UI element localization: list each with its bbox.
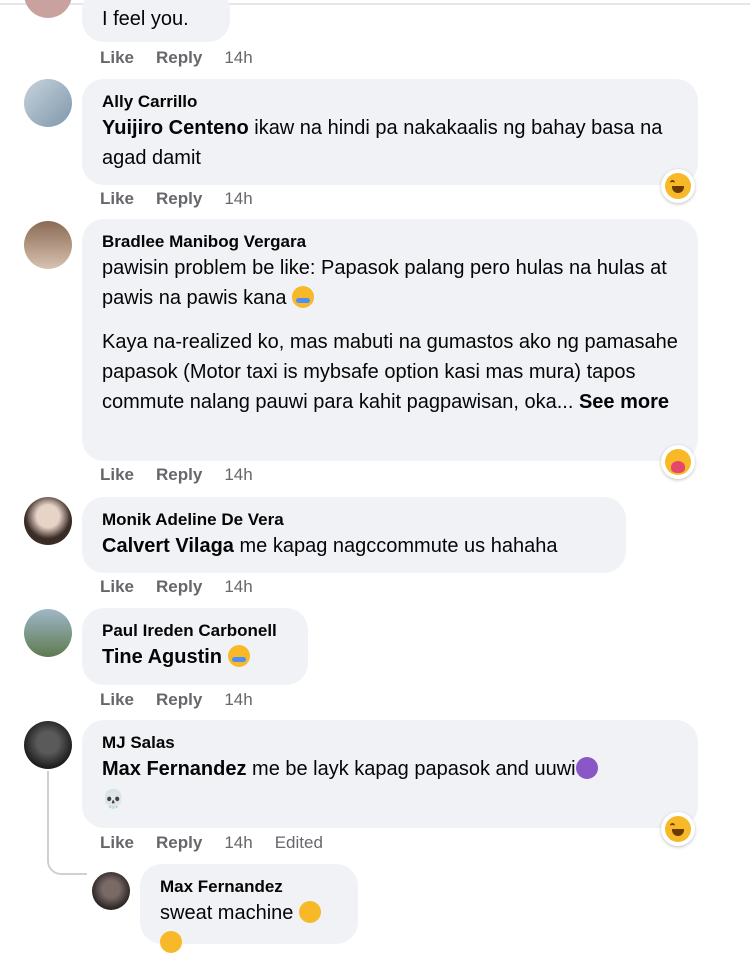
comment-actions: Like Reply 14h xyxy=(100,47,275,69)
edited-label: Edited xyxy=(274,833,323,852)
comment-body: me kapag nagccommute us hahaha xyxy=(233,535,558,557)
laughing-emoji-icon xyxy=(160,931,182,953)
reply-bubble: Max Fernandez sweat machine xyxy=(140,864,358,953)
haha-reaction[interactable] xyxy=(661,812,695,846)
avatar[interactable] xyxy=(24,221,72,269)
comment-actions: Like Reply 14h xyxy=(100,576,275,598)
comment-author[interactable]: Max Fernandez xyxy=(160,876,338,898)
care-icon xyxy=(665,449,691,475)
sweat-emoji-icon xyxy=(292,286,315,308)
comment-text: Yuijiro Centeno ikaw na hindi pa nakakaa… xyxy=(102,113,678,173)
see-more-link[interactable]: See more xyxy=(579,391,669,413)
reply-button[interactable]: Reply xyxy=(156,48,202,67)
reply-button[interactable]: Reply xyxy=(156,833,202,852)
skull-icon: 💀 xyxy=(102,789,125,809)
timestamp[interactable]: 14h xyxy=(224,690,252,709)
avatar[interactable] xyxy=(24,721,72,769)
mention-link[interactable]: Tine Agustin xyxy=(102,646,222,668)
like-button[interactable]: Like xyxy=(100,833,134,852)
haha-reaction[interactable] xyxy=(661,169,695,203)
comment-author[interactable]: Monik Adeline De Vera xyxy=(102,509,606,531)
haha-icon xyxy=(665,816,691,842)
mention-link[interactable]: Yuijiro Centeno xyxy=(102,117,249,139)
comment-author[interactable]: Paul Ireden Carbonell xyxy=(102,620,288,642)
avatar[interactable] xyxy=(24,0,72,18)
comment-bubble: Monik Adeline De Vera Calvert Vilaga me … xyxy=(82,497,626,573)
comment-actions: Like Reply 14h Edited xyxy=(100,832,345,854)
avatar[interactable] xyxy=(24,79,72,127)
comment-paragraph: pawisin problem be like: Papasok palang … xyxy=(102,257,667,309)
timestamp[interactable]: 14h xyxy=(224,833,252,852)
care-reaction[interactable] xyxy=(661,445,695,479)
timestamp[interactable]: 14h xyxy=(224,189,252,208)
reply-button[interactable]: Reply xyxy=(156,465,202,484)
timestamp[interactable]: 14h xyxy=(224,465,252,484)
mention-link[interactable]: Calvert Vilaga xyxy=(102,535,234,557)
avatar[interactable] xyxy=(24,609,72,657)
comment-text: Max Fernandez me be layk kapag papasok a… xyxy=(102,754,678,784)
like-button[interactable]: Like xyxy=(100,577,134,596)
comment-actions: Like Reply 14h xyxy=(100,464,275,486)
comment-bubble: Bradlee Manibog Vergara pawisin problem … xyxy=(82,219,698,461)
like-button[interactable]: Like xyxy=(100,465,134,484)
reply-button[interactable]: Reply xyxy=(156,189,202,208)
mention-link[interactable]: Max Fernandez xyxy=(102,758,246,780)
like-button[interactable]: Like xyxy=(100,690,134,709)
reply-button[interactable]: Reply xyxy=(156,577,202,596)
comment-actions: Like Reply 14h xyxy=(100,689,275,711)
comment-bubble: MJ Salas Max Fernandez me be layk kapag … xyxy=(82,720,698,828)
comment-author[interactable]: Ally Carrillo xyxy=(102,91,678,113)
comment-text: Calvert Vilaga me kapag nagccommute us h… xyxy=(102,531,606,561)
comment-bubble: Ally Carrillo Yuijiro Centeno ikaw na hi… xyxy=(82,79,698,185)
comment-actions: Like Reply 14h xyxy=(100,188,275,210)
exploding-head-icon xyxy=(575,757,598,779)
comment-text: Kaya na-realized ko, mas mabuti na gumas… xyxy=(102,327,678,417)
comment-text: Tine Agustin xyxy=(102,642,288,672)
comment-body: sweat machine xyxy=(160,902,294,924)
comment-bubble: I feel you. xyxy=(82,0,230,42)
comment-text: pawisin problem be like: Papasok palang … xyxy=(102,253,678,313)
comment-text: 💀 xyxy=(102,784,678,814)
timestamp[interactable]: 14h xyxy=(224,577,252,596)
comment-author[interactable]: MJ Salas xyxy=(102,732,678,754)
crying-emoji-icon xyxy=(227,645,250,667)
comment-body: me be layk kapag papasok and uuwi xyxy=(246,758,576,780)
avatar[interactable] xyxy=(24,497,72,545)
comment-text: sweat machine xyxy=(160,898,338,958)
like-button[interactable]: Like xyxy=(100,189,134,208)
timestamp[interactable]: 14h xyxy=(224,48,252,67)
reply-button[interactable]: Reply xyxy=(156,690,202,709)
sweat-emoji-icon xyxy=(298,901,321,923)
reply-thread-line xyxy=(47,771,87,875)
like-button[interactable]: Like xyxy=(100,48,134,67)
comment-bubble: Paul Ireden Carbonell Tine Agustin xyxy=(82,608,308,685)
haha-icon xyxy=(665,173,691,199)
comment-author[interactable]: Bradlee Manibog Vergara xyxy=(102,231,678,253)
avatar[interactable] xyxy=(92,872,130,910)
comment-text: I feel you. xyxy=(102,8,189,30)
